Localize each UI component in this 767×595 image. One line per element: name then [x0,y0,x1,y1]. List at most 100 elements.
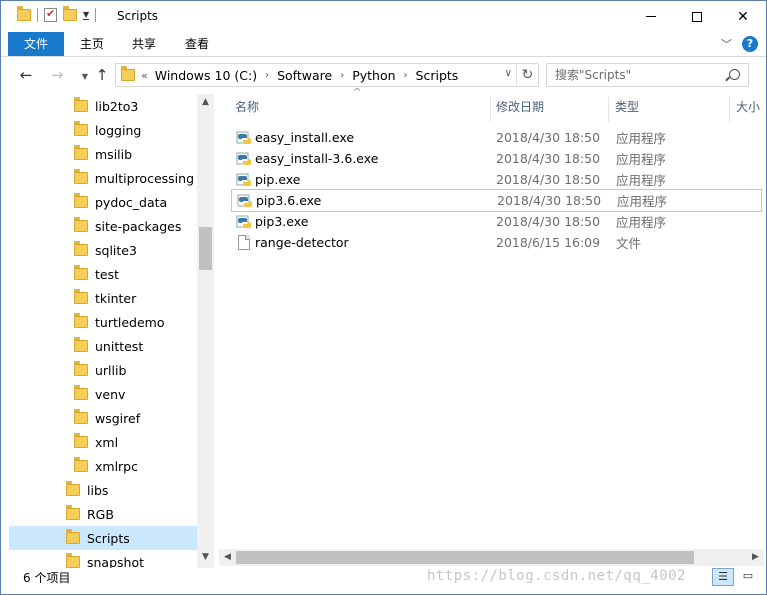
folder-icon [66,505,80,520]
tree-item-rgb[interactable]: RGB [66,502,194,526]
tree-item-test[interactable]: test [74,262,194,286]
overflow-chevron-icon[interactable]: « [141,69,148,82]
file-row[interactable]: pip3.exe 2018/4/30 18:50 应用程序 [231,211,762,232]
tree-item-label: RGB [87,506,114,522]
file-type: 文件 [616,236,642,251]
minimize-icon [646,16,656,17]
folder-icon [74,385,88,400]
scrollbar-thumb[interactable] [199,227,212,270]
breadcrumb-item[interactable]: Scripts [413,68,462,83]
item-count: 6 个项目 [23,571,71,585]
column-divider[interactable] [490,96,491,122]
column-header-type[interactable]: 类型 [615,94,639,121]
column-divider[interactable] [608,96,609,122]
file-type: 应用程序 [616,131,667,146]
folder-icon [74,337,88,352]
tree-item-tkinter[interactable]: tkinter [74,286,194,310]
folder-icon [66,529,80,544]
new-folder-icon[interactable] [63,6,77,21]
tree-item-xml[interactable]: xml [74,430,194,454]
scroll-left-icon[interactable]: ◀ [219,549,236,566]
file-type: 应用程序 [616,215,667,230]
column-header-name[interactable]: 名称 [235,94,259,121]
help-icon[interactable]: ? [742,36,758,52]
address-bar[interactable]: « Windows 10 (C:) › Software › Python › … [115,63,539,87]
column-header-size[interactable]: 大小 [736,94,766,121]
scrollbar-thumb[interactable] [236,551,694,564]
folder-icon [74,433,88,448]
tree-item-venv[interactable]: venv [74,382,194,406]
tree-item-libs[interactable]: libs [66,478,194,502]
properties-icon[interactable] [44,7,57,22]
maximize-button[interactable] [674,1,720,32]
tab-view[interactable]: 查看 [180,32,214,56]
breadcrumb-item[interactable]: Software [274,68,335,83]
file-row[interactable]: easy_install-3.6.exe 2018/4/30 18:50 应用程… [231,148,762,169]
tree-item-sqlite3[interactable]: sqlite3 [74,238,194,262]
breadcrumb-item[interactable]: Windows 10 (C:) [152,68,260,83]
close-button[interactable]: ✕ [720,1,766,32]
file-date: 2018/4/30 18:50 [496,172,601,187]
tree-item-pydoc-data[interactable]: pydoc_data [74,190,194,214]
scroll-down-icon[interactable]: ▼ [197,549,214,566]
expand-ribbon-icon[interactable]: ﹀ [721,36,732,52]
file-date: 2018/4/30 18:50 [497,193,602,208]
minimize-button[interactable] [628,1,674,32]
forward-arrow-icon[interactable]: → [47,66,67,84]
search-icon[interactable] [729,69,740,80]
tree-item-label: site-packages [95,218,182,234]
tree-item-label: sqlite3 [95,242,137,258]
folder-icon[interactable] [17,6,31,21]
folder-icon [74,361,88,376]
file-row[interactable]: range-detector 2018/6/15 16:09 文件 [231,232,762,253]
tab-home[interactable]: 主页 [75,32,109,56]
scroll-up-icon[interactable]: ▲ [197,94,214,111]
folder-icon [121,66,135,81]
sort-ascending-icon: ^ [353,87,362,98]
scroll-right-icon[interactable]: ▶ [747,549,764,566]
customize-toolbar-icon[interactable]: ▼ [83,10,90,20]
tree-item-wsgiref[interactable]: wsgiref [74,406,194,430]
tree-item-multiprocessing[interactable]: multiprocessing [74,166,194,190]
nav-scrollbar[interactable]: ▲ ▼ [197,94,214,568]
tree-item-xmlrpc[interactable]: xmlrpc [74,454,194,478]
column-header-date[interactable]: 修改日期 [496,94,544,121]
address-history-chevron-icon[interactable]: ∨ [505,68,512,79]
tree-item-label: urllib [95,362,127,378]
file-row[interactable]: easy_install.exe 2018/4/30 18:50 应用程序 [231,127,762,148]
search-input[interactable] [547,64,722,86]
title-bar: ▼ Scripts ✕ [1,1,766,32]
refresh-icon[interactable]: ↻ [516,64,538,86]
tree-item-label: logging [95,122,142,138]
chevron-right-icon[interactable]: › [399,70,413,81]
tree-item-turtledemo[interactable]: turtledemo [74,310,194,334]
tab-file[interactable]: 文件 [8,32,64,56]
details-view-icon[interactable]: ☰ [712,568,734,586]
chevron-right-icon[interactable]: › [335,70,349,81]
back-arrow-icon[interactable]: ← [16,66,36,84]
tree-item-label: libs [87,482,109,498]
file-row[interactable]: pip3.6.exe 2018/4/30 18:50 应用程序 [231,189,762,212]
tree-item-msilib[interactable]: msilib [74,142,194,166]
tree-item-scripts[interactable]: Scripts [9,526,197,550]
tab-share[interactable]: 共享 [127,32,161,56]
folder-icon [74,217,88,232]
folder-icon [74,409,88,424]
up-arrow-icon[interactable]: ↑ [92,66,112,84]
file-row[interactable]: pip.exe 2018/4/30 18:50 应用程序 [231,169,762,190]
large-icons-view-icon[interactable]: ▭ [738,568,758,586]
breadcrumb: « Windows 10 (C:) › Software › Python › … [141,68,461,83]
chevron-right-icon[interactable]: › [260,70,274,81]
python-exe-icon [236,131,251,144]
tree-item-lib2to3[interactable]: lib2to3 [74,94,194,118]
tree-item-snapshot[interactable]: snapshot [66,550,194,568]
breadcrumb-item[interactable]: Python [349,68,398,83]
tree-item-logging[interactable]: logging [74,118,194,142]
file-date: 2018/4/30 18:50 [496,151,601,166]
tree-item-unittest[interactable]: unittest [74,334,194,358]
tree-item-urllib[interactable]: urllib [74,358,194,382]
horizontal-scrollbar[interactable]: ◀ ▶ [219,549,764,566]
column-divider[interactable] [729,96,730,122]
tree-item-site-packages[interactable]: site-packages [74,214,194,238]
folder-icon [74,121,88,136]
